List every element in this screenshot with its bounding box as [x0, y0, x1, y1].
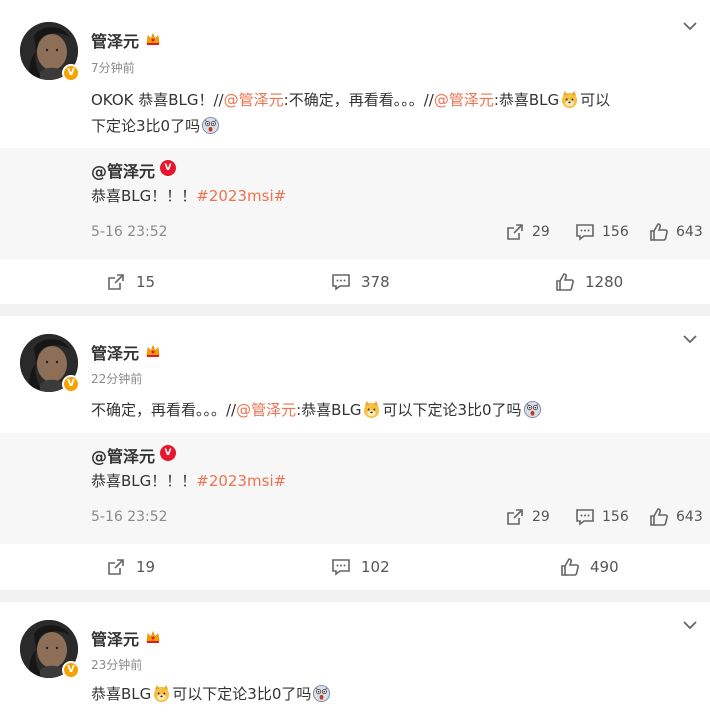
post-text-line2: 下定论3比0了吗 [91, 115, 694, 137]
repost-likes[interactable]: 643 [649, 222, 703, 242]
user-name[interactable]: 管泽元 [91, 340, 139, 364]
repost-date[interactable]: 5-16 23:52 [91, 224, 168, 240]
count: 490 [590, 558, 619, 576]
hashtag-link[interactable]: #2023msi# [196, 187, 286, 205]
count: 1280 [585, 273, 624, 291]
repost-box[interactable]: @管泽元 V 恭喜BLG！！！#2023msi# 5-16 23:52 29 1… [0, 148, 710, 259]
text-segment: 可以下定论3比0了吗 [382, 401, 522, 419]
repost-reposts[interactable]: 29 [505, 507, 550, 527]
comment-icon [575, 222, 595, 242]
text-segment: 恭喜BLG [91, 685, 152, 703]
repost-button[interactable]: 15 [106, 272, 155, 292]
verified-badge-icon: V [62, 375, 80, 393]
post-card: V 管泽元 22分钟前 不确定，再看看。。。//@管泽元:恭喜BLG 可以下定论3… [0, 316, 710, 590]
post-text: OKOK 恭喜BLG！//@管泽元:不确定，再看看。。。//@管泽元:恭喜BLG… [91, 89, 694, 111]
text-segment: 可以 [580, 91, 611, 109]
post-text: 不确定，再看看。。。//@管泽元:恭喜BLG 可以下定论3比0了吗 [91, 399, 694, 421]
text-segment: 可以下定论3比0了吗 [172, 685, 312, 703]
comment-icon [331, 557, 351, 577]
doge-emoji-icon [560, 90, 579, 109]
post-card: V 管泽元 7分钟前 OKOK 恭喜BLG！//@管泽元:不确定，再看看。。。/… [0, 0, 710, 304]
comment-button[interactable]: 102 [331, 557, 390, 577]
repost-text-body: 恭喜BLG！！！ [91, 472, 197, 490]
count: 378 [361, 273, 390, 291]
shocked-emoji-icon [523, 400, 542, 419]
repost-icon [505, 222, 525, 242]
repost-text-body: 恭喜BLG！！！ [91, 187, 197, 205]
post-time[interactable]: 22分钟前 [91, 370, 142, 387]
repost-icon [106, 557, 126, 577]
count: 15 [136, 273, 156, 291]
chevron-down-icon[interactable] [682, 333, 698, 345]
verified-badge-icon: V [62, 661, 80, 679]
like-button[interactable]: 1280 [555, 272, 623, 292]
repost-icon [505, 507, 525, 527]
verified-badge-icon: V [62, 64, 80, 82]
verified-badge-icon: V [160, 160, 176, 176]
count: 102 [361, 558, 390, 576]
chevron-down-icon[interactable] [682, 619, 698, 631]
post-time[interactable]: 23分钟前 [91, 656, 142, 673]
mention-link[interactable]: @管泽元 [224, 91, 284, 109]
comment-button[interactable]: 378 [331, 272, 390, 292]
like-icon [649, 222, 669, 242]
repost-icon [106, 272, 126, 292]
doge-emoji-icon [362, 400, 381, 419]
mention-link[interactable]: @管泽元 [434, 91, 494, 109]
like-icon [555, 272, 575, 292]
repost-text: 恭喜BLG！！！#2023msi# [91, 470, 286, 491]
user-name[interactable]: 管泽元 [91, 28, 139, 52]
doge-emoji-icon [152, 684, 171, 703]
crown-icon [145, 31, 161, 47]
repost-comments[interactable]: 156 [575, 222, 629, 242]
repost-user[interactable]: @管泽元 [91, 158, 155, 182]
comment-icon [575, 507, 595, 527]
repost-date[interactable]: 5-16 23:52 [91, 509, 168, 525]
repost-box[interactable]: @管泽元 V 恭喜BLG！！！#2023msi# 5-16 23:52 29 1… [0, 433, 710, 544]
shocked-emoji-icon [201, 116, 220, 135]
mention-link[interactable]: @管泽元 [236, 401, 296, 419]
count: 29 [532, 224, 550, 240]
text-segment: 不确定，再看看。。。// [91, 401, 237, 419]
count: 156 [602, 224, 629, 240]
text-segment: 下定论3比0了吗 [91, 117, 201, 135]
repost-reposts[interactable]: 29 [505, 222, 550, 242]
hashtag-link[interactable]: #2023msi# [196, 472, 286, 490]
like-icon [649, 507, 669, 527]
post-time[interactable]: 7分钟前 [91, 59, 135, 76]
text-segment: :恭喜BLG [296, 401, 362, 419]
repost-comments[interactable]: 156 [575, 507, 629, 527]
shocked-emoji-icon [312, 684, 331, 703]
repost-user[interactable]: @管泽元 [91, 443, 155, 467]
user-name[interactable]: 管泽元 [91, 626, 139, 650]
count: 643 [676, 224, 703, 240]
verified-badge-icon: V [160, 445, 176, 461]
repost-button[interactable]: 19 [106, 557, 155, 577]
count: 29 [532, 509, 550, 525]
post-card: V 管泽元 23分钟前 恭喜BLG 可以下定论3比0了吗 [0, 602, 710, 717]
count: 643 [676, 509, 703, 525]
repost-likes[interactable]: 643 [649, 507, 703, 527]
repost-text: 恭喜BLG！！！#2023msi# [91, 185, 286, 206]
text-segment: OKOK 恭喜BLG！// [91, 91, 224, 109]
count: 156 [602, 509, 629, 525]
like-icon [560, 557, 580, 577]
like-button[interactable]: 490 [560, 557, 619, 577]
comment-icon [331, 272, 351, 292]
text-segment: :不确定，再看看。。。// [283, 91, 434, 109]
post-text: 恭喜BLG 可以下定论3比0了吗 [91, 683, 694, 705]
chevron-down-icon[interactable] [682, 20, 698, 32]
text-segment: :恭喜BLG [493, 91, 560, 109]
crown-icon [145, 343, 161, 359]
crown-icon [145, 629, 161, 645]
count: 19 [136, 558, 156, 576]
